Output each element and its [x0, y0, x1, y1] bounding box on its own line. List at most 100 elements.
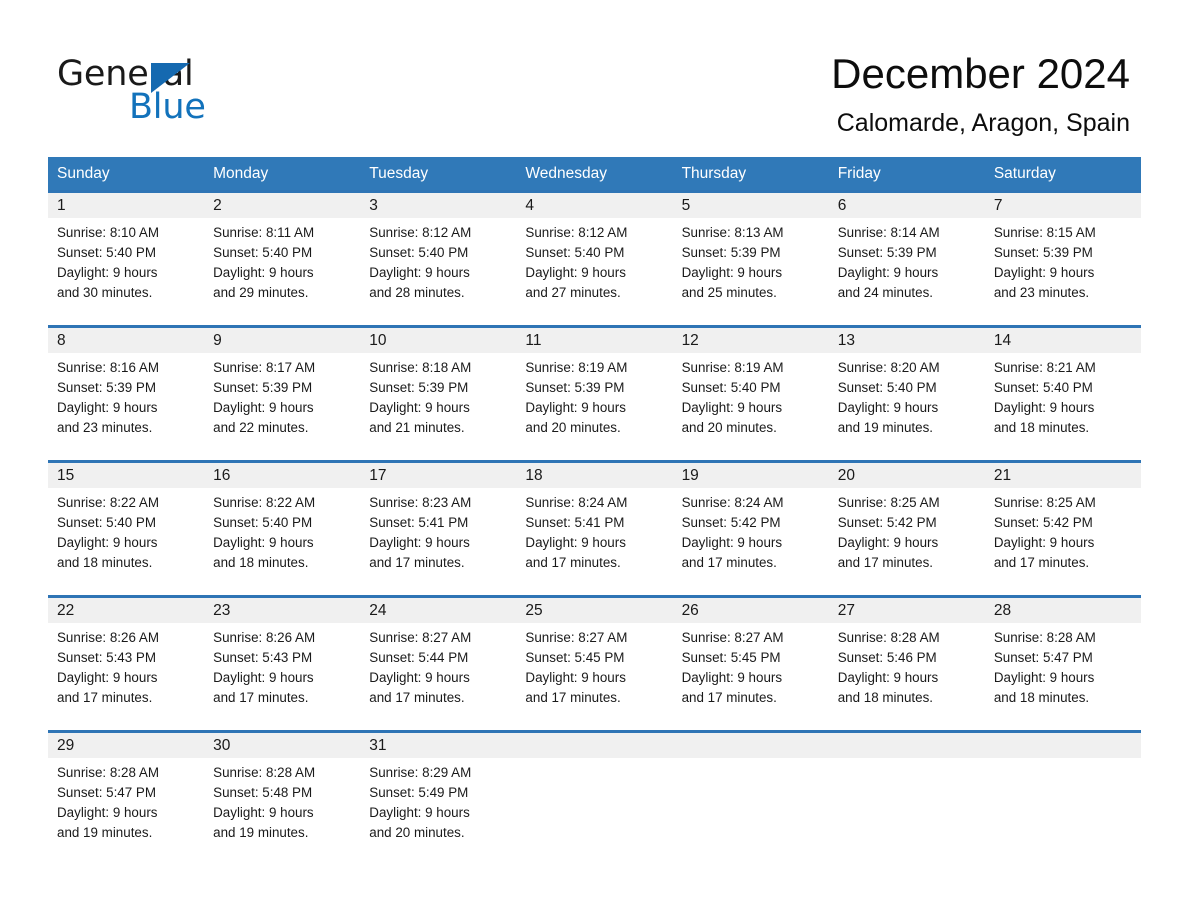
- day-number-band: 13: [828, 328, 985, 353]
- day-cell[interactable]: 19 Sunrise: 8:24 AM Sunset: 5:42 PM Dayligh…: [672, 460, 829, 595]
- sunset-text: Sunset: 5:40 PM: [57, 515, 156, 530]
- daylight-2-text: and 23 minutes.: [57, 420, 153, 435]
- day-cell[interactable]: 26 Sunrise: 8:27 AM Sunset: 5:45 PM Dayligh…: [672, 595, 829, 730]
- sunrise-text: Sunrise: 8:13 AM: [681, 225, 784, 240]
- sunset-text: Sunset: 5:43 PM: [57, 650, 156, 665]
- day-cell[interactable]: 31 Sunrise: 8:29 AM Sunset: 5:49 PM Dayligh…: [360, 730, 517, 865]
- day-number-band: [672, 733, 829, 758]
- logo-text-blue: Blue: [129, 87, 206, 127]
- day-cell-empty: [516, 730, 673, 865]
- day-cell[interactable]: 22 Sunrise: 8:26 AM Sunset: 5:43 PM Dayligh…: [48, 595, 205, 730]
- sunset-text: Sunset: 5:41 PM: [369, 515, 469, 530]
- day-cell[interactable]: 17 Sunrise: 8:23 AM Sunset: 5:41 PM Dayligh…: [360, 460, 517, 595]
- day-number-band: [516, 733, 673, 758]
- day-info: Sunrise: 8:14 AM Sunset: 5:39 PM Daylight:…: [829, 218, 985, 303]
- daylight-1-text: Daylight: 9 hours: [681, 670, 783, 685]
- day-cell[interactable]: 25 Sunrise: 8:27 AM Sunset: 5:45 PM Dayligh…: [516, 595, 673, 730]
- daylight-1-text: Daylight: 9 hours: [837, 265, 939, 280]
- day-cell[interactable]: 23 Sunrise: 8:26 AM Sunset: 5:43 PM Dayligh…: [204, 595, 361, 730]
- day-number: 27: [837, 602, 855, 619]
- sunset-text: Sunset: 5:48 PM: [213, 785, 313, 800]
- day-number-band: 24: [360, 598, 517, 623]
- page-title: December 2024: [831, 50, 1130, 97]
- day-cell[interactable]: 20 Sunrise: 8:25 AM Sunset: 5:42 PM Dayligh…: [828, 460, 985, 595]
- generalblue-logo[interactable]: General Blue: [57, 54, 317, 134]
- sunrise-text: Sunrise: 8:27 AM: [681, 630, 784, 645]
- day-number: 20: [837, 467, 855, 484]
- day-number-band: 25: [516, 598, 673, 623]
- sunrise-text: Sunrise: 8:12 AM: [369, 225, 472, 240]
- sunset-text: Sunset: 5:40 PM: [837, 380, 937, 395]
- day-info: Sunrise: 8:26 AM Sunset: 5:43 PM Daylight:…: [204, 623, 360, 708]
- sunrise-text: Sunrise: 8:24 AM: [681, 495, 784, 510]
- day-info: Sunrise: 8:22 AM Sunset: 5:40 PM Daylight:…: [204, 488, 360, 573]
- sunset-text: Sunset: 5:46 PM: [837, 650, 937, 665]
- day-number: 10: [369, 332, 387, 349]
- day-cell[interactable]: 7 Sunrise: 8:15 AM Sunset: 5:39 PM Daylight…: [984, 190, 1141, 325]
- sunrise-text: Sunrise: 8:11 AM: [213, 225, 315, 240]
- day-info: Sunrise: 8:10 AM Sunset: 5:40 PM Daylight:…: [48, 218, 204, 303]
- sunrise-text: Sunrise: 8:24 AM: [525, 495, 628, 510]
- daylight-2-text: and 17 minutes.: [525, 690, 621, 705]
- daylight-1-text: Daylight: 9 hours: [837, 400, 939, 415]
- day-number: 6: [837, 197, 847, 214]
- day-cell[interactable]: 4 Sunrise: 8:12 AM Sunset: 5:40 PM Daylight…: [516, 190, 673, 325]
- day-number-band: 31: [360, 733, 517, 758]
- day-info: Sunrise: 8:12 AM Sunset: 5:40 PM Daylight:…: [516, 218, 672, 303]
- sunset-text: Sunset: 5:39 PM: [369, 380, 469, 395]
- day-number-band: 12: [672, 328, 829, 353]
- weekday-header-thursday: Thursday: [681, 165, 747, 182]
- day-info: Sunrise: 8:18 AM Sunset: 5:39 PM Daylight:…: [360, 353, 516, 438]
- day-cell[interactable]: 29 Sunrise: 8:28 AM Sunset: 5:47 PM Dayligh…: [48, 730, 205, 865]
- day-number: 19: [681, 467, 699, 484]
- sunset-text: Sunset: 5:39 PM: [837, 245, 937, 260]
- day-cell[interactable]: 6 Sunrise: 8:14 AM Sunset: 5:39 PM Daylight…: [828, 190, 985, 325]
- day-cell[interactable]: 5 Sunrise: 8:13 AM Sunset: 5:39 PM Daylight…: [672, 190, 829, 325]
- day-number: 9: [213, 332, 222, 349]
- daylight-1-text: Daylight: 9 hours: [993, 265, 1095, 280]
- day-info: Sunrise: 8:19 AM Sunset: 5:40 PM Daylight:…: [673, 353, 829, 438]
- day-number-band: 9: [204, 328, 361, 353]
- day-cell[interactable]: 2 Sunrise: 8:11 AM Sunset: 5:40 PM Daylight…: [204, 190, 361, 325]
- day-cell[interactable]: 11 Sunrise: 8:19 AM Sunset: 5:39 PM Dayligh…: [516, 325, 673, 460]
- weekday-header-tuesday: Tuesday: [369, 165, 429, 182]
- day-cell[interactable]: 10 Sunrise: 8:18 AM Sunset: 5:39 PM Dayligh…: [360, 325, 517, 460]
- day-cell[interactable]: 12 Sunrise: 8:19 AM Sunset: 5:40 PM Dayligh…: [672, 325, 829, 460]
- sunrise-text: Sunrise: 8:14 AM: [837, 225, 940, 240]
- page-header: General Blue December 2024 Calomarde, Ar…: [0, 0, 1188, 158]
- sunset-text: Sunset: 5:40 PM: [213, 515, 313, 530]
- daylight-1-text: Daylight: 9 hours: [525, 265, 626, 280]
- day-cell[interactable]: 15 Sunrise: 8:22 AM Sunset: 5:40 PM Dayligh…: [48, 460, 205, 595]
- day-cell[interactable]: 30 Sunrise: 8:28 AM Sunset: 5:48 PM Dayligh…: [204, 730, 361, 865]
- weekday-header-row: Sunday Monday Tuesday Wednesday Thursday Frid…: [48, 157, 1141, 190]
- sunrise-text: Sunrise: 8:26 AM: [57, 630, 159, 645]
- day-cell[interactable]: 16 Sunrise: 8:22 AM Sunset: 5:40 PM Dayligh…: [204, 460, 361, 595]
- daylight-2-text: and 18 minutes.: [837, 690, 933, 705]
- day-cell[interactable]: 3 Sunrise: 8:12 AM Sunset: 5:40 PM Daylight…: [360, 190, 517, 325]
- day-number: 30: [213, 737, 231, 754]
- day-cell[interactable]: 24 Sunrise: 8:27 AM Sunset: 5:44 PM Dayligh…: [360, 595, 517, 730]
- daylight-1-text: Daylight: 9 hours: [213, 400, 314, 415]
- day-info: Sunrise: 8:13 AM Sunset: 5:39 PM Daylight:…: [673, 218, 829, 303]
- daylight-1-text: Daylight: 9 hours: [57, 670, 158, 685]
- day-cell[interactable]: 28 Sunrise: 8:28 AM Sunset: 5:47 PM Dayligh…: [984, 595, 1141, 730]
- daylight-2-text: and 17 minutes.: [57, 690, 153, 705]
- day-cell[interactable]: 13 Sunrise: 8:20 AM Sunset: 5:40 PM Dayligh…: [828, 325, 985, 460]
- daylight-2-text: and 20 minutes.: [369, 825, 465, 840]
- day-cell[interactable]: 1 Sunrise: 8:10 AM Sunset: 5:40 PM Daylight…: [48, 190, 205, 325]
- day-cell[interactable]: 18 Sunrise: 8:24 AM Sunset: 5:41 PM Dayligh…: [516, 460, 673, 595]
- daylight-2-text: and 22 minutes.: [213, 420, 309, 435]
- day-cell[interactable]: 14 Sunrise: 8:21 AM Sunset: 5:40 PM Dayligh…: [984, 325, 1141, 460]
- calendar-page: General Blue December 2024 Calomarde, Ar…: [0, 0, 1188, 918]
- sunset-text: Sunset: 5:42 PM: [837, 515, 937, 530]
- sunset-text: Sunset: 5:39 PM: [57, 380, 156, 395]
- daylight-2-text: and 18 minutes.: [993, 420, 1090, 435]
- day-number: 31: [369, 737, 387, 754]
- week-row: 15 Sunrise: 8:22 AM Sunset: 5:40 PM Dayligh…: [48, 460, 1141, 595]
- day-cell[interactable]: 8 Sunrise: 8:16 AM Sunset: 5:39 PM Daylight…: [48, 325, 205, 460]
- day-cell[interactable]: 9 Sunrise: 8:17 AM Sunset: 5:39 PM Daylight…: [204, 325, 361, 460]
- day-cell[interactable]: 21 Sunrise: 8:25 AM Sunset: 5:42 PM Dayligh…: [984, 460, 1141, 595]
- daylight-1-text: Daylight: 9 hours: [837, 670, 939, 685]
- day-number: 7: [993, 197, 1003, 214]
- day-cell[interactable]: 27 Sunrise: 8:28 AM Sunset: 5:46 PM Dayligh…: [828, 595, 985, 730]
